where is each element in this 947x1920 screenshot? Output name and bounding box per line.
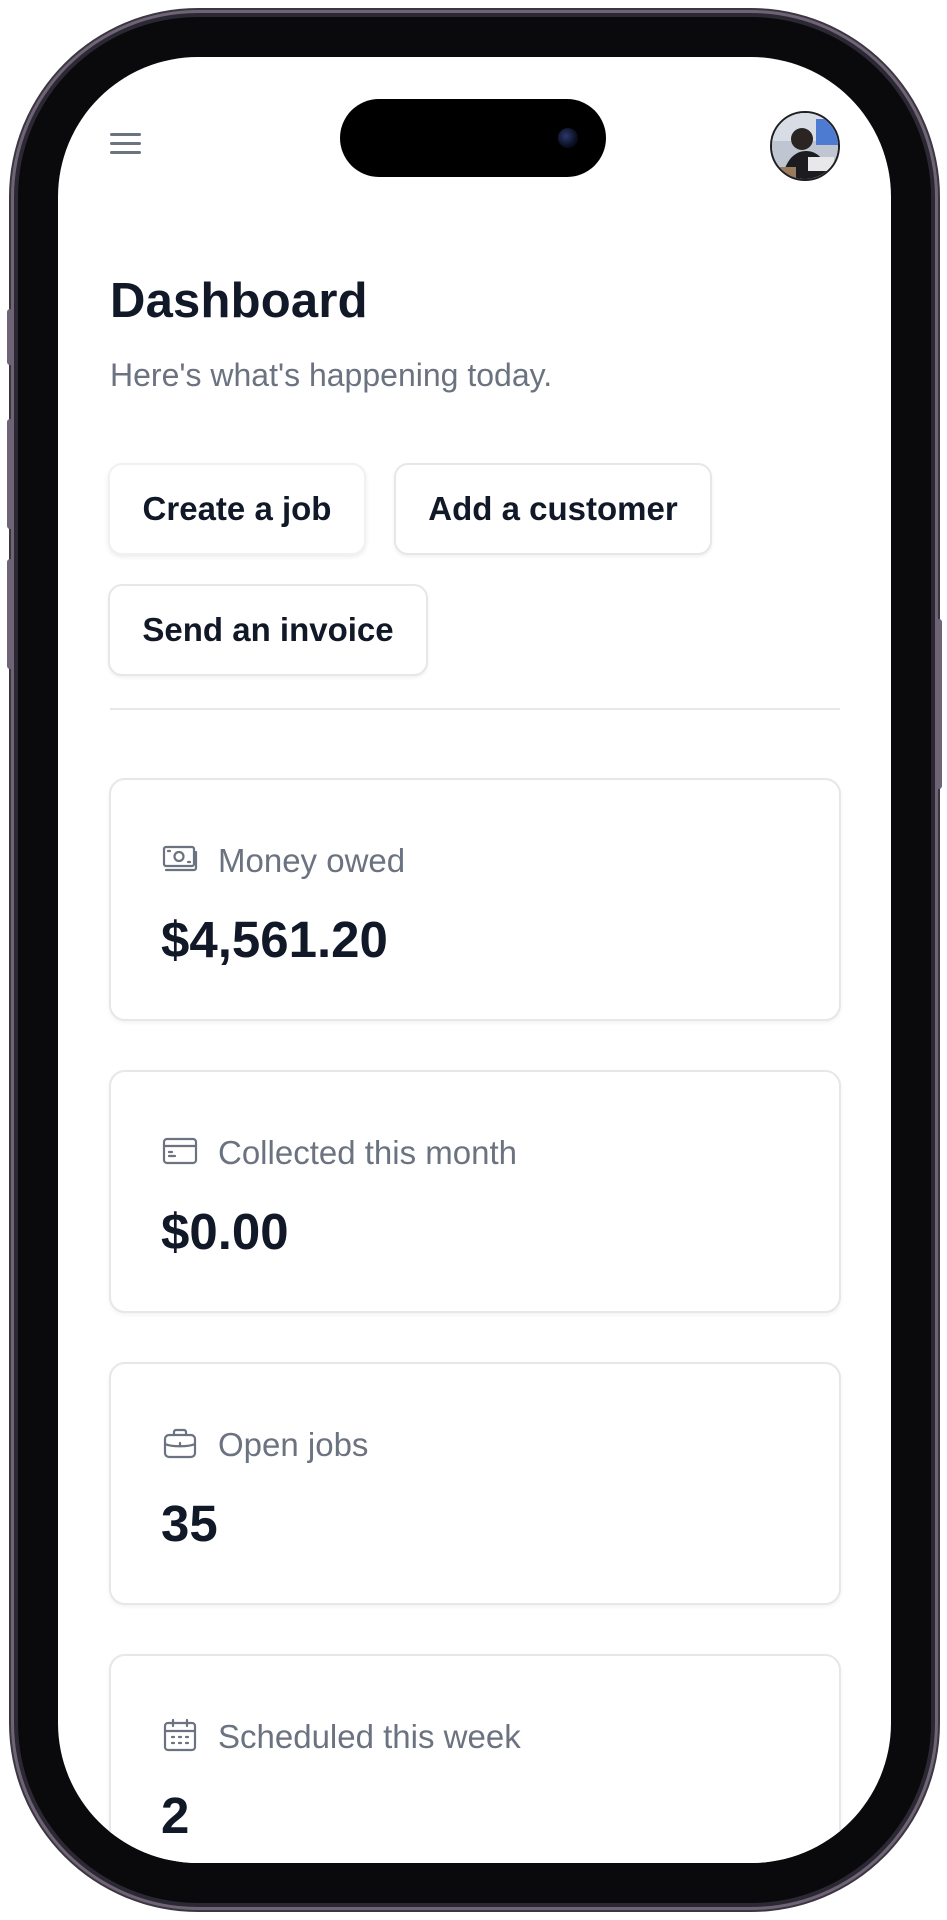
stat-value: 35	[161, 1495, 218, 1552]
volume-up-button	[7, 419, 13, 529]
send-invoice-button[interactable]: Send an invoice	[108, 584, 428, 676]
stat-label: Scheduled this week	[218, 1718, 521, 1755]
page-title: Dashboard	[110, 274, 368, 328]
stat-label: Open jobs	[218, 1426, 369, 1463]
volume-down-button	[7, 559, 13, 669]
action-button	[7, 309, 13, 365]
stat-value: 2	[161, 1787, 190, 1844]
screen: Dashboard Here's what's happening today.…	[58, 57, 891, 1863]
add-customer-button[interactable]: Add a customer	[394, 463, 712, 555]
stat-value: $4,561.20	[161, 911, 388, 968]
stat-card-collected-this-month[interactable]: Collected this month $0.00	[109, 1070, 841, 1313]
dynamic-island	[340, 99, 606, 177]
front-camera	[558, 128, 578, 148]
briefcase-icon	[161, 1424, 199, 1462]
phone-frame: Dashboard Here's what's happening today.…	[7, 17, 942, 1903]
stat-card-open-jobs[interactable]: Open jobs 35	[109, 1362, 841, 1605]
hamburger-menu-icon[interactable]	[108, 127, 144, 163]
user-avatar[interactable]	[770, 111, 840, 181]
create-job-button[interactable]: Create a job	[108, 463, 366, 555]
banknote-icon	[161, 840, 199, 878]
stat-label: Money owed	[218, 842, 406, 879]
stat-label: Collected this month	[218, 1134, 517, 1171]
power-button	[936, 619, 942, 789]
stat-card-money-owed[interactable]: Money owed $4,561.20	[109, 778, 841, 1021]
calendar-icon	[161, 1716, 199, 1754]
stat-value: $0.00	[161, 1203, 289, 1260]
credit-card-icon	[161, 1132, 199, 1170]
avatar-photo	[772, 113, 838, 179]
page-subtitle: Here's what's happening today.	[110, 357, 553, 393]
stat-card-scheduled-this-week[interactable]: Scheduled this week 2	[109, 1654, 841, 1863]
divider	[110, 708, 840, 710]
